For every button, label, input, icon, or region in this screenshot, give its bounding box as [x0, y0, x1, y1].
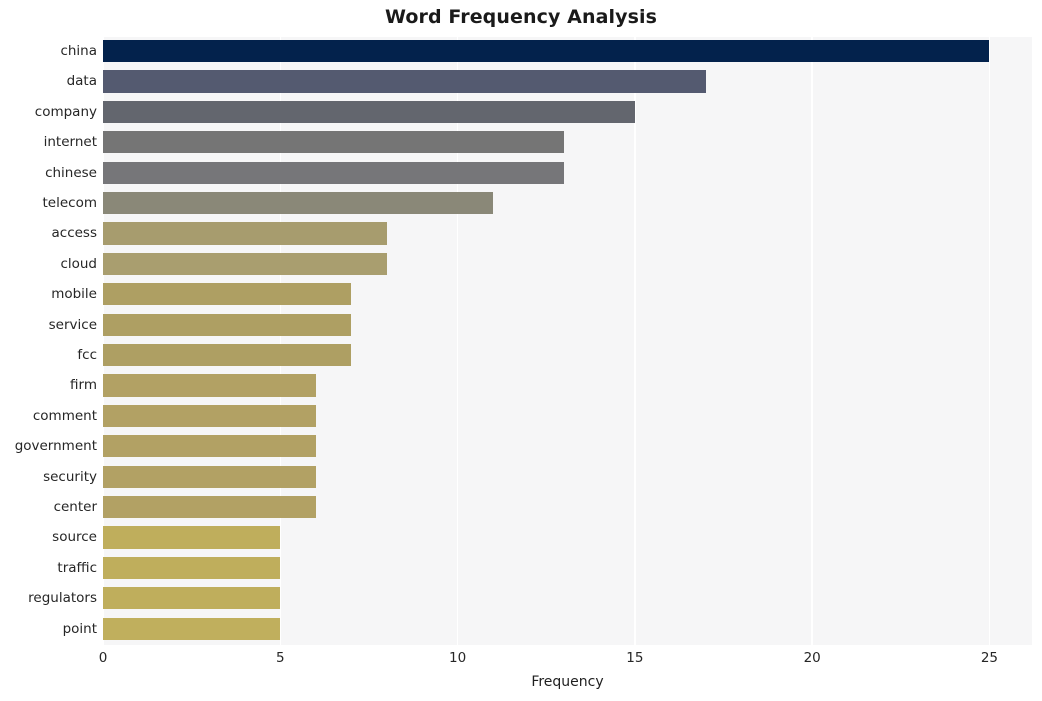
y-tick-label-point: point	[62, 620, 97, 637]
y-tick-label-fcc: fcc	[77, 347, 97, 363]
chart-figure: Word Frequency Analysis china data company…	[0, 0, 1042, 701]
x-tick-label-25: 25	[980, 650, 999, 666]
x-tick-label-20: 20	[803, 650, 821, 666]
bar-government	[103, 435, 316, 458]
bar-row: comment	[33, 402, 1032, 432]
bar-firm	[103, 374, 316, 397]
y-tick-label-access: access	[51, 225, 98, 242]
bar-data	[103, 70, 706, 93]
bar-china	[103, 40, 990, 63]
plot-area: china data company internet chinese telecom ac…	[15, 37, 1032, 645]
bar-row: telecom	[43, 189, 1032, 219]
y-tick-label-china: china	[60, 43, 97, 59]
bar-row: source	[52, 523, 1032, 553]
bar-row: mobile	[51, 280, 1032, 310]
bar-service	[103, 313, 352, 336]
bar-cloud	[103, 252, 387, 276]
bar-fcc	[103, 344, 352, 367]
bar-row: regulators	[28, 584, 1032, 614]
x-axis-label: Frequency	[531, 674, 604, 690]
bar-row: access	[52, 219, 1032, 249]
bar-row: fcc	[77, 341, 1032, 371]
bar-mobile	[103, 283, 352, 306]
bar-comment	[103, 404, 316, 428]
y-tick-label-data: data	[66, 73, 97, 90]
y-tick-label-mobile: mobile	[51, 286, 97, 303]
y-tick-label-firm: firm	[70, 377, 97, 394]
bar-row: government	[15, 432, 1032, 462]
y-tick-label-cloud: cloud	[60, 255, 97, 272]
bar-row: data	[67, 67, 1032, 97]
bar-traffic	[103, 556, 281, 580]
bar-row: internet	[44, 128, 1032, 158]
bar-row: chinese	[45, 159, 1032, 189]
y-tick-label-center: center	[53, 499, 97, 515]
chart-title: Word Frequency Analysis	[384, 6, 658, 28]
bar-center	[103, 496, 316, 519]
x-tick-label-10: 10	[448, 650, 467, 666]
bar-row: traffic	[57, 554, 1032, 584]
y-tick-label-source: source	[52, 529, 97, 546]
bar-row: cloud	[60, 250, 1032, 280]
y-tick-label-regulators: regulators	[28, 590, 97, 607]
x-tick-label-15: 15	[626, 650, 644, 666]
bar-row: company	[35, 98, 1032, 128]
y-tick-label-telecom: telecom	[42, 195, 98, 211]
y-tick-label-company: company	[34, 103, 97, 120]
y-tick-label-traffic: traffic	[57, 559, 97, 576]
y-tick-label-service: service	[48, 316, 97, 333]
y-tick-label-comment: comment	[32, 407, 97, 424]
bar-security	[103, 465, 316, 488]
bar-row: service	[49, 311, 1032, 341]
bar-row: security	[43, 463, 1032, 493]
bar-row: firm	[70, 371, 1032, 401]
bar-telecom	[103, 192, 494, 215]
y-tick-label-chinese: chinese	[45, 164, 97, 181]
bar-row: center	[54, 493, 1032, 523]
x-tick-label-0: 0	[98, 650, 108, 666]
y-tick-label-internet: internet	[43, 134, 97, 151]
bar-regulators	[103, 587, 281, 610]
bar-point	[103, 617, 281, 640]
x-tick-label-5: 5	[275, 650, 285, 666]
bar-access	[103, 222, 387, 245]
y-tick-label-government: government	[14, 438, 97, 455]
bar-source	[103, 526, 281, 549]
bar-row: point	[63, 615, 1032, 645]
bar-internet	[103, 131, 564, 154]
y-tick-label-security: security	[43, 468, 97, 485]
bar-row: china	[60, 37, 1032, 67]
bar-chinese	[103, 161, 564, 184]
bar-company	[103, 100, 635, 124]
